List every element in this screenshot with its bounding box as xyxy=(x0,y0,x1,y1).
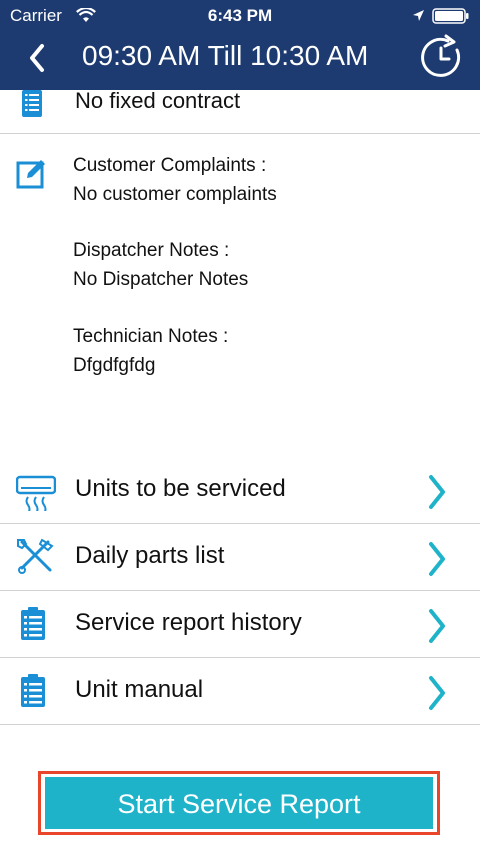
technician-notes-value: Dfgdfgfdg xyxy=(73,355,156,376)
status-bar: Carrier 6:43 PM xyxy=(0,0,480,32)
chevron-right-icon xyxy=(427,474,447,515)
clipboard-icon xyxy=(21,90,43,123)
location-arrow-icon xyxy=(412,9,425,27)
technician-notes-title: Technician Notes : xyxy=(73,326,229,347)
chevron-right-icon xyxy=(427,608,447,649)
contract-row: No fixed contract xyxy=(0,88,480,134)
chevron-right-icon xyxy=(427,675,447,716)
contract-label: No fixed contract xyxy=(75,88,241,113)
clipboard-icon xyxy=(20,674,46,713)
back-chevron-icon[interactable] xyxy=(24,40,54,76)
clipboard-icon xyxy=(20,607,46,646)
menu-item-label: Unit manual xyxy=(75,676,204,703)
notes-section: Customer Complaints : No customer compla… xyxy=(0,133,480,433)
navigation-bar: 09:30 AM Till 10:30 AM xyxy=(0,30,480,88)
dispatcher-notes-title: Dispatcher Notes : xyxy=(73,240,230,261)
start-report-highlight: Start Service Report xyxy=(38,771,440,835)
tools-icon xyxy=(16,538,54,581)
status-time: 6:43 PM xyxy=(207,6,273,25)
app-header: Carrier 6:43 PM 09:30 AM Till 10:30 AM xyxy=(0,0,480,90)
ac-unit-icon xyxy=(15,471,57,516)
dispatcher-notes-value: No Dispatcher Notes xyxy=(73,269,249,290)
complaints-title: Customer Complaints : xyxy=(73,155,267,176)
chevron-right-icon xyxy=(427,541,447,582)
menu-item-daily-parts-list[interactable]: Daily parts list xyxy=(0,524,480,591)
menu-item-label: Daily parts list xyxy=(75,542,225,569)
complaints-value: No customer complaints xyxy=(73,184,277,205)
page-title: 09:30 AM Till 10:30 AM xyxy=(82,40,369,71)
menu-item-label: Service report history xyxy=(75,609,302,636)
menu-item-service-report-history[interactable]: Service report history xyxy=(0,591,480,658)
edit-note-icon xyxy=(16,158,48,195)
menu-item-label: Units to be serviced xyxy=(75,475,286,502)
clock-history-icon[interactable] xyxy=(416,33,466,88)
battery-icon xyxy=(432,8,470,29)
start-service-report-button[interactable]: Start Service Report xyxy=(45,777,433,829)
menu-item-units-to-be-serviced[interactable]: Units to be serviced xyxy=(0,457,480,524)
menu-item-unit-manual[interactable]: Unit manual xyxy=(0,658,480,725)
